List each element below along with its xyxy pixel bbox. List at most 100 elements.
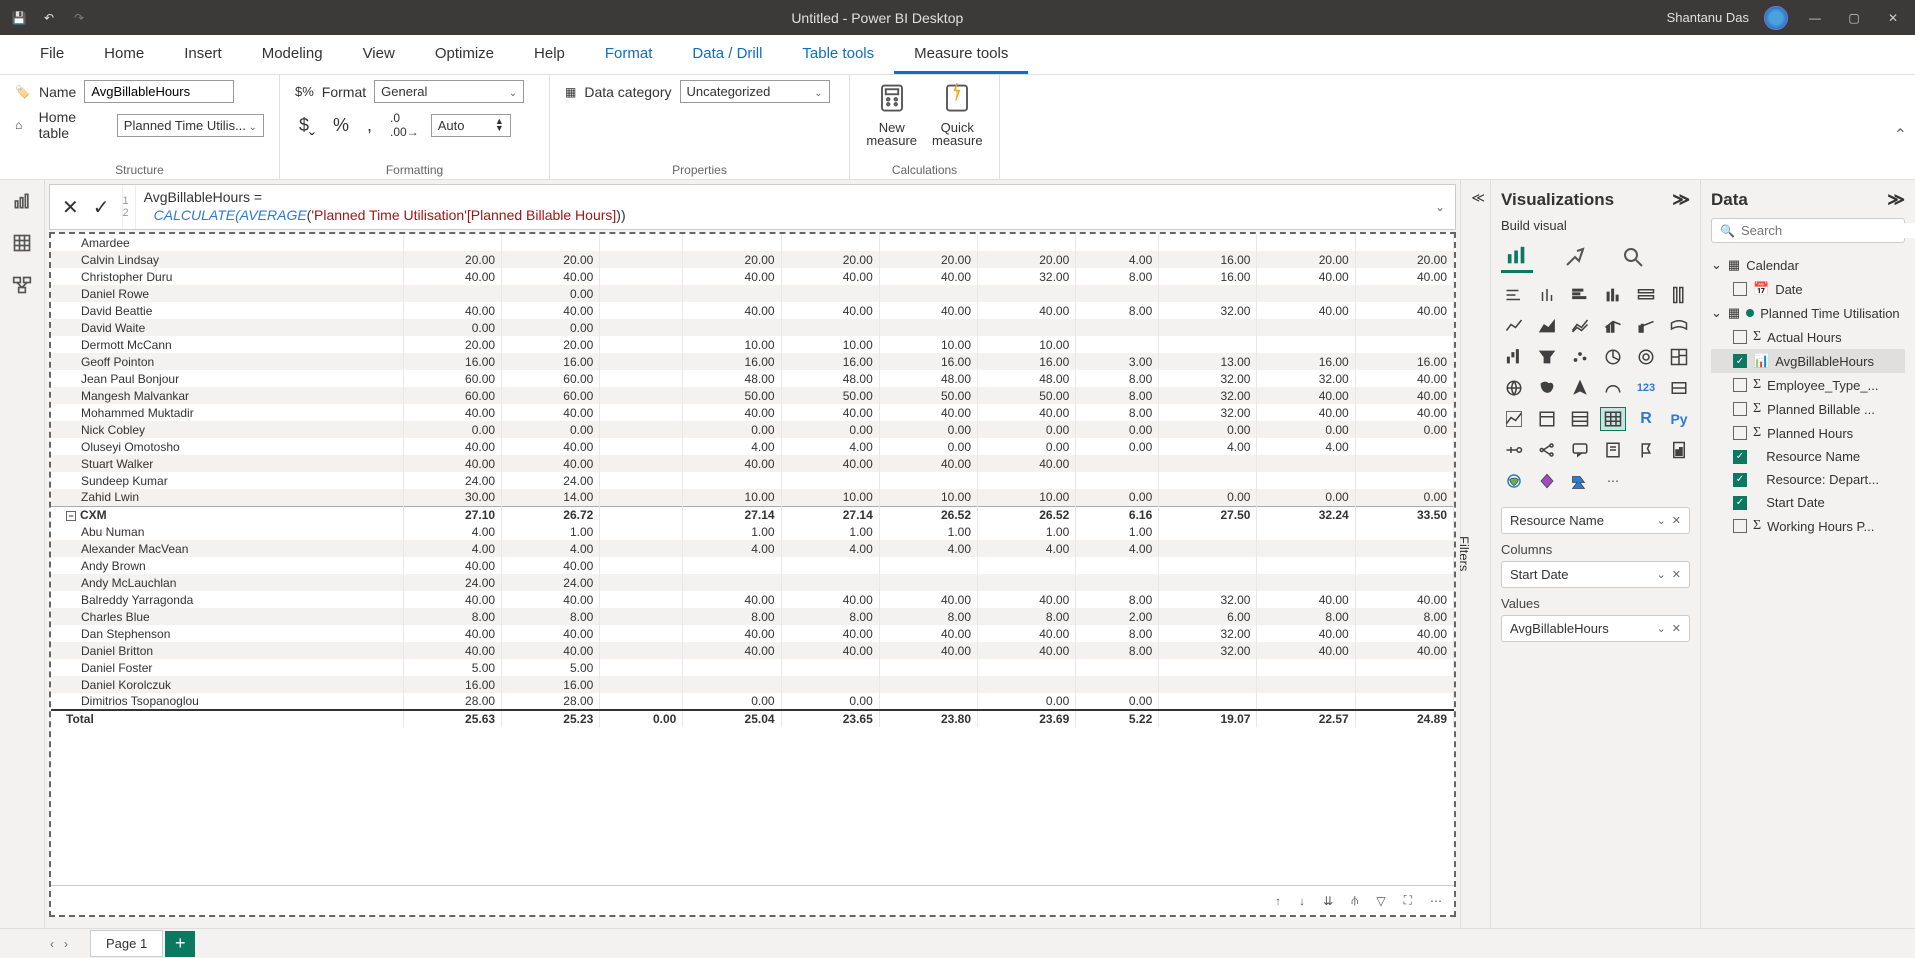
table-row[interactable]: Stuart Walker40.0040.0040.0040.0040.0040…	[51, 455, 1454, 472]
multi-card-icon[interactable]	[1666, 376, 1692, 400]
checkbox[interactable]: ✓	[1733, 450, 1747, 464]
auto-decimals-select[interactable]: Auto ▲▼	[431, 114, 511, 137]
azure-map-icon[interactable]	[1567, 376, 1593, 400]
rows-field-well[interactable]: Resource Name ⌄✕	[1501, 507, 1690, 534]
measure-name-input[interactable]	[84, 80, 234, 103]
stacked-area-icon[interactable]	[1567, 314, 1593, 338]
table-row[interactable]: Daniel Foster5.005.00	[51, 659, 1454, 676]
field-node[interactable]: ✓ Start Date	[1711, 491, 1905, 514]
values-field-well[interactable]: AvgBillableHours ⌄✕	[1501, 615, 1690, 642]
funnel-icon[interactable]	[1534, 345, 1560, 369]
tab-measure-tools[interactable]: Measure tools	[894, 35, 1028, 74]
table-node[interactable]: ⌄▦Calendar	[1711, 253, 1905, 277]
table-row[interactable]: Andy Brown40.0040.00	[51, 557, 1454, 574]
paginated-icon[interactable]	[1666, 438, 1692, 462]
scatter-icon[interactable]	[1567, 345, 1593, 369]
remove-field-icon[interactable]: ✕	[1672, 568, 1681, 581]
cancel-formula-icon[interactable]: ✕	[62, 195, 79, 220]
table-row[interactable]: Dimitrios Tsopanoglou28.0028.000.000.000…	[51, 693, 1454, 710]
table-row[interactable]: Nick Cobley0.000.000.000.000.000.000.000…	[51, 421, 1454, 438]
key-influencers-icon[interactable]	[1501, 438, 1527, 462]
more-options-icon[interactable]: ⋯	[1430, 894, 1442, 908]
tab-insert[interactable]: Insert	[164, 35, 242, 74]
page-tab-1[interactable]: Page 1	[90, 930, 163, 957]
drill-up-icon[interactable]: ↑	[1275, 894, 1281, 908]
next-page-icon[interactable]: ›	[64, 937, 68, 951]
more-visuals-icon[interactable]: ⋯	[1600, 469, 1626, 493]
qa-icon[interactable]	[1567, 438, 1593, 462]
table-node[interactable]: ⌄▦Planned Time Utilisation	[1711, 301, 1905, 325]
filters-panel-toggle[interactable]: ≪ Filters	[1460, 180, 1490, 928]
area-chart-icon[interactable]	[1534, 314, 1560, 338]
line-chart-icon[interactable]	[1501, 314, 1527, 338]
field-node[interactable]: ✓ Resource: Depart...	[1711, 468, 1905, 491]
arcgis-icon[interactable]	[1501, 469, 1527, 493]
fields-search[interactable]: 🔍	[1711, 218, 1905, 243]
focus-mode-icon[interactable]: ⛶	[1404, 893, 1412, 908]
checkbox[interactable]	[1733, 282, 1747, 296]
table-row[interactable]: Daniel Britton40.0040.0040.0040.0040.004…	[51, 642, 1454, 659]
expand-level-icon[interactable]: ⫛	[1351, 893, 1358, 908]
tab-format[interactable]: Format	[585, 35, 673, 74]
line-clustered-icon[interactable]	[1633, 314, 1659, 338]
comma-button[interactable]: ,	[363, 113, 376, 138]
powerapps-icon[interactable]	[1534, 469, 1560, 493]
py-visual-icon[interactable]: Py	[1666, 407, 1692, 431]
field-node[interactable]: ΣEmployee_Type_...	[1711, 373, 1905, 397]
checkbox[interactable]	[1733, 402, 1747, 416]
matrix-visual[interactable]: AmardeeCalvin Lindsay20.0020.0020.0020.0…	[49, 232, 1456, 917]
tab-data-drill[interactable]: Data / Drill	[672, 35, 782, 74]
columns-field-well[interactable]: Start Date ⌄✕	[1501, 561, 1690, 588]
narrative-icon[interactable]	[1600, 438, 1626, 462]
table-row[interactable]: Mangesh Malvankar60.0060.0050.0050.0050.…	[51, 387, 1454, 404]
currency-button[interactable]: $ˬ	[295, 113, 319, 138]
hundred-bar-icon[interactable]	[1633, 283, 1659, 307]
map-icon[interactable]	[1501, 376, 1527, 400]
field-node[interactable]: ✓ Resource Name	[1711, 445, 1905, 468]
quick-measure-button[interactable]: Quick measure	[932, 80, 983, 148]
table-row[interactable]: Dan Stephenson40.0040.0040.0040.0040.004…	[51, 625, 1454, 642]
field-node[interactable]: ΣPlanned Hours	[1711, 421, 1905, 445]
collapse-data-pane-icon[interactable]: ≫	[1887, 190, 1905, 210]
tab-home[interactable]: Home	[84, 35, 164, 74]
collapse-vis-pane-icon[interactable]: ≫	[1672, 190, 1690, 210]
table-row[interactable]: Amardee	[51, 234, 1454, 251]
collapse-icon[interactable]: −	[66, 511, 76, 521]
table-row[interactable]: Christopher Duru40.0040.0040.0040.0040.0…	[51, 268, 1454, 285]
format-visual-tab[interactable]	[1559, 241, 1591, 273]
home-table-select[interactable]: Planned Time Utilis...	[117, 114, 264, 137]
checkbox[interactable]	[1733, 378, 1747, 392]
tab-view[interactable]: View	[343, 35, 415, 74]
checkbox[interactable]: ✓	[1733, 354, 1747, 368]
table-row[interactable]: Total25.6325.230.0025.0423.6523.8023.695…	[51, 710, 1454, 727]
stacked-column-icon[interactable]	[1534, 283, 1560, 307]
table-row[interactable]: Calvin Lindsay20.0020.0020.0020.0020.002…	[51, 251, 1454, 268]
hundred-column-icon[interactable]	[1666, 283, 1692, 307]
decomp-tree-icon[interactable]	[1534, 438, 1560, 462]
gauge-icon[interactable]	[1600, 376, 1626, 400]
tab-file[interactable]: File	[20, 35, 84, 74]
table-row[interactable]: Daniel Korolczuk16.0016.00	[51, 676, 1454, 693]
collapse-ribbon-icon[interactable]: ⌃	[1894, 125, 1907, 145]
avatar-icon[interactable]	[1764, 6, 1788, 30]
kpi-icon[interactable]	[1501, 407, 1527, 431]
save-icon[interactable]: 💾	[10, 9, 28, 27]
table-row[interactable]: −CXM27.1026.7227.1427.1426.5226.526.1627…	[51, 506, 1454, 523]
expand-all-icon[interactable]: ⇊	[1323, 894, 1333, 908]
prev-page-icon[interactable]: ‹	[50, 937, 54, 951]
drill-down-icon[interactable]: ↓	[1299, 894, 1305, 908]
table-row[interactable]: Jean Paul Bonjour60.0060.0048.0048.0048.…	[51, 370, 1454, 387]
chevron-down-icon[interactable]: ⌄	[1657, 622, 1666, 635]
minimize-button[interactable]: —	[1803, 8, 1827, 28]
stacked-bar-icon[interactable]	[1501, 283, 1527, 307]
field-node[interactable]: ΣPlanned Billable ...	[1711, 397, 1905, 421]
percent-button[interactable]: %	[329, 113, 353, 138]
table-row[interactable]: Mohammed Muktadir40.0040.0040.0040.0040.…	[51, 404, 1454, 421]
checkbox[interactable]	[1733, 330, 1747, 344]
field-node[interactable]: ΣWorking Hours P...	[1711, 514, 1905, 538]
treemap-icon[interactable]	[1666, 345, 1692, 369]
tab-help[interactable]: Help	[514, 35, 585, 74]
checkbox[interactable]: ✓	[1733, 496, 1747, 510]
tab-table-tools[interactable]: Table tools	[782, 35, 894, 74]
decimal-button[interactable]: .0.00→	[386, 109, 423, 141]
